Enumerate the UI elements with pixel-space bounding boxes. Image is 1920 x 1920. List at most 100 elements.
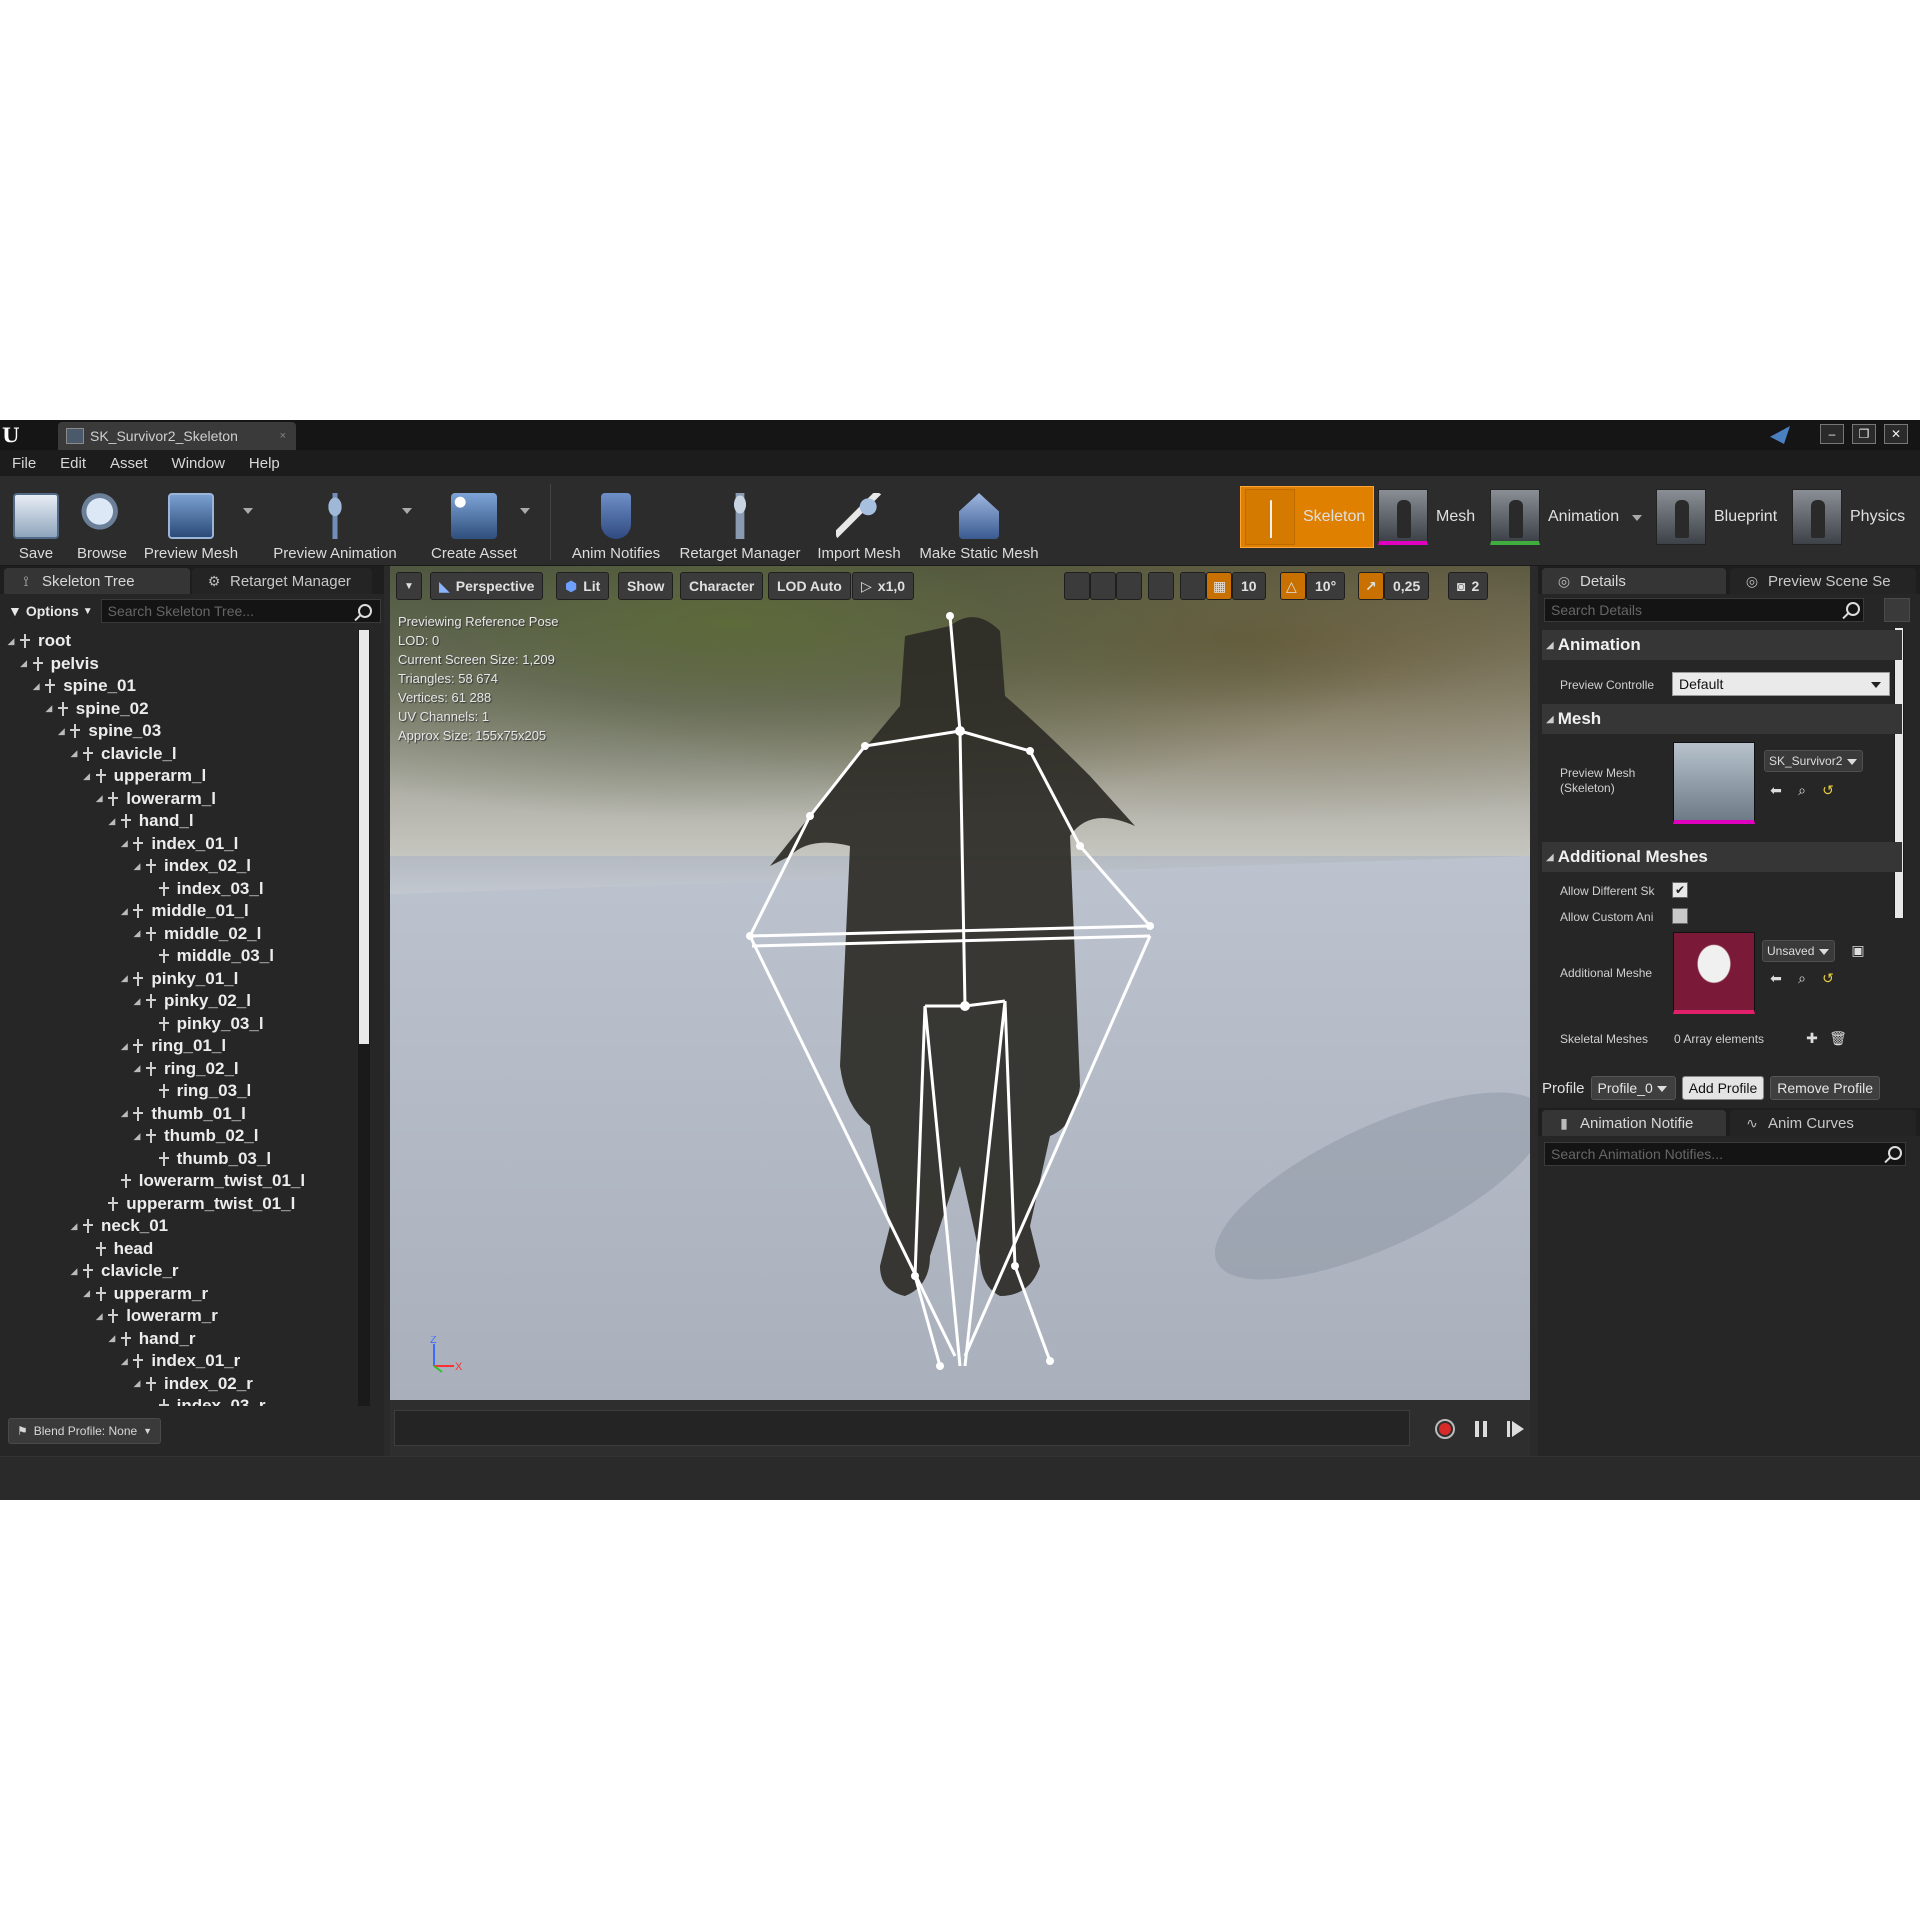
camera-speed-button[interactable]: ◙ 2 <box>1448 572 1489 600</box>
scale-tool-icon[interactable] <box>1116 572 1142 600</box>
menu-file[interactable]: File <box>12 455 36 472</box>
tree-row-bone[interactable]: index_03_r <box>6 1395 354 1406</box>
animation-mode-dropdown-icon[interactable] <box>1632 515 1642 521</box>
3d-viewport[interactable]: ▼ ◣ Perspective ⬢ Lit Show Character LOD… <box>390 566 1530 1400</box>
tab-animation-notifies[interactable]: ▮ Animation Notifie <box>1542 1110 1726 1136</box>
scale-snap-value[interactable]: 0,25 <box>1384 572 1430 600</box>
grid-snap-value[interactable]: 10 <box>1232 572 1266 600</box>
browse-button[interactable]: Browse <box>72 482 132 562</box>
category-mesh[interactable]: ◢ Mesh <box>1542 704 1902 734</box>
tree-row-bone[interactable]: thumb_03_l <box>6 1148 354 1171</box>
notifies-search-input[interactable] <box>1544 1142 1906 1166</box>
tree-row-bone[interactable]: ◢ thumb_01_l <box>6 1103 354 1126</box>
expand-arrow-icon[interactable]: ◢ <box>132 1131 142 1142</box>
details-scrollbar[interactable] <box>1894 628 1904 918</box>
tree-row-bone[interactable]: ◢ thumb_02_l <box>6 1125 354 1148</box>
make-static-mesh-button[interactable]: Make Static Mesh <box>914 482 1044 562</box>
translate-tool-icon[interactable] <box>1064 572 1090 600</box>
scale-snap-toggle[interactable]: ↗ <box>1358 572 1384 600</box>
playback-speed-button[interactable]: ▷ x1,0 <box>852 572 915 600</box>
expand-arrow-icon[interactable]: ◢ <box>44 703 54 714</box>
expand-arrow-icon[interactable]: ◢ <box>119 973 129 984</box>
add-profile-button[interactable]: Add Profile <box>1681 1076 1765 1100</box>
details-search-input[interactable] <box>1544 598 1864 622</box>
tree-row-bone[interactable]: ◢ upperarm_l <box>6 765 354 788</box>
additional-meshes-thumbnail[interactable] <box>1673 932 1755 1014</box>
surface-snap-icon[interactable] <box>1180 572 1206 600</box>
add-element-icon[interactable]: ✚ <box>1804 1030 1820 1046</box>
search-icon[interactable] <box>358 604 372 618</box>
unreal-logo-icon[interactable]: U <box>2 423 28 447</box>
notification-icon[interactable] <box>1770 426 1790 444</box>
close-window-button[interactable]: ✕ <box>1884 424 1908 444</box>
reset-arrow-icon[interactable]: ↺ <box>1820 970 1836 986</box>
preview-animation-dropdown-icon[interactable] <box>402 508 412 514</box>
tree-row-bone[interactable]: ◢ hand_l <box>6 810 354 833</box>
expand-arrow-icon[interactable]: ◢ <box>132 996 142 1007</box>
tree-row-bone[interactable]: ◢ pinky_02_l <box>6 990 354 1013</box>
tree-scrollbar-thumb[interactable] <box>359 630 369 1044</box>
menu-edit[interactable]: Edit <box>60 455 86 472</box>
expand-arrow-icon[interactable]: ◢ <box>94 1311 104 1322</box>
tree-row-bone[interactable]: ◢ root <box>6 630 354 653</box>
tree-row-bone[interactable]: ◢ ring_02_l <box>6 1058 354 1081</box>
retarget-manager-button[interactable]: Retarget Manager <box>676 482 804 562</box>
tree-row-bone[interactable]: middle_03_l <box>6 945 354 968</box>
tree-row-bone[interactable]: lowerarm_twist_01_l <box>6 1170 354 1193</box>
tree-row-bone[interactable]: ◢ index_02_r <box>6 1373 354 1396</box>
preview-mesh-combo[interactable]: SK_Survivor2 <box>1764 750 1864 772</box>
rotate-tool-icon[interactable] <box>1090 572 1116 600</box>
pause-icon[interactable] <box>1470 1418 1492 1440</box>
tab-retarget-manager[interactable]: ⚙ Retarget Manager <box>192 568 372 594</box>
record-icon[interactable] <box>1434 1418 1456 1440</box>
mode-physics-button[interactable]: Physics <box>1792 486 1905 548</box>
profile-dropdown[interactable]: Profile_0 <box>1590 1076 1676 1100</box>
expand-arrow-icon[interactable]: ◢ <box>31 681 41 692</box>
create-asset-button[interactable]: Create Asset <box>428 482 520 562</box>
tree-row-bone[interactable]: index_03_l <box>6 878 354 901</box>
expand-arrow-icon[interactable]: ◢ <box>132 1063 142 1074</box>
document-tab[interactable]: SK_Survivor2_Skeleton × <box>58 422 296 450</box>
show-button[interactable]: Show <box>618 572 674 600</box>
mode-blueprint-button[interactable]: Blueprint <box>1656 486 1777 548</box>
mode-mesh-button[interactable]: Mesh <box>1378 486 1475 548</box>
minimize-button[interactable]: – <box>1820 424 1844 444</box>
lit-button[interactable]: ⬢ Lit <box>556 572 610 600</box>
tab-close-icon[interactable]: × <box>280 430 286 442</box>
expand-arrow-icon[interactable]: ◢ <box>132 928 142 939</box>
expand-arrow-icon[interactable]: ◢ <box>56 726 66 737</box>
tree-row-bone[interactable]: ◢ clavicle_r <box>6 1260 354 1283</box>
expand-arrow-icon[interactable]: ◢ <box>119 1356 129 1367</box>
menu-help[interactable]: Help <box>249 455 280 472</box>
expand-arrow-icon[interactable]: ◢ <box>119 1041 129 1052</box>
search-icon[interactable] <box>1888 1146 1902 1160</box>
tree-row-bone[interactable]: ◢ spine_02 <box>6 698 354 721</box>
create-asset-dropdown-icon[interactable] <box>520 508 530 514</box>
category-additional-meshes[interactable]: ◢ Additional Meshes <box>1542 842 1902 872</box>
tree-row-bone[interactable]: ◢ upperarm_r <box>6 1283 354 1306</box>
mode-skeleton-button[interactable]: Skeleton <box>1240 486 1375 548</box>
preview-mesh-dropdown-icon[interactable] <box>243 508 253 514</box>
expand-arrow-icon[interactable]: ◢ <box>69 748 79 759</box>
tree-row-bone[interactable]: ◢ index_01_r <box>6 1350 354 1373</box>
expand-arrow-icon[interactable]: ◢ <box>119 906 129 917</box>
browse-asset-icon[interactable]: ⌕ <box>1794 782 1810 798</box>
save-asset-icon[interactable]: ▣ <box>1850 942 1866 958</box>
category-animation[interactable]: ◢ Animation <box>1542 630 1902 660</box>
details-scrollbar-thumb[interactable] <box>1895 628 1903 918</box>
rotation-snap-value[interactable]: 10° <box>1306 572 1346 600</box>
allow-different-skeletons-checkbox[interactable]: ✔ <box>1672 882 1688 898</box>
preview-controller-dropdown[interactable]: Default <box>1672 672 1890 696</box>
tab-details[interactable]: ◎ Details <box>1542 568 1726 594</box>
import-mesh-button[interactable]: Import Mesh <box>814 482 904 562</box>
save-button[interactable]: Save <box>10 482 62 562</box>
preview-animation-button[interactable]: Preview Animation <box>268 482 402 562</box>
preview-mesh-thumbnail[interactable] <box>1673 742 1755 824</box>
expand-arrow-icon[interactable]: ◢ <box>119 1108 129 1119</box>
browse-asset-icon[interactable]: ⌕ <box>1794 970 1810 986</box>
tree-row-bone[interactable]: ring_03_l <box>6 1080 354 1103</box>
tree-row-bone[interactable]: ◢ middle_02_l <box>6 923 354 946</box>
options-button[interactable]: ▼ Options ▼ <box>8 603 93 619</box>
use-selected-arrow-icon[interactable]: ⬅ <box>1768 970 1784 986</box>
world-local-icon[interactable] <box>1148 572 1174 600</box>
